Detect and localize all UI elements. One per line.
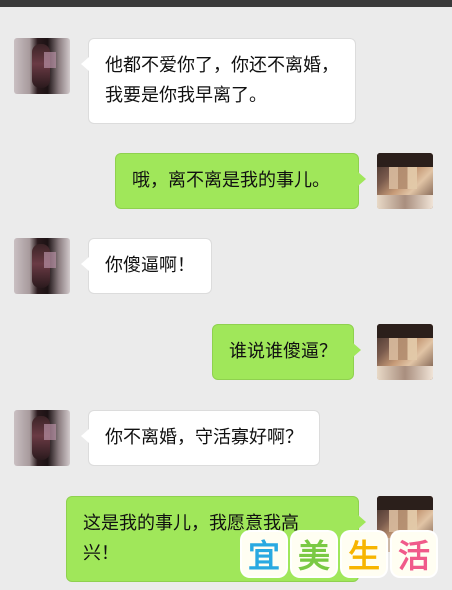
watermark-char: 生 [342, 532, 386, 576]
incoming-message-bubble[interactable]: 你傻逼啊！ [81, 238, 212, 294]
avatar-bottom [377, 195, 433, 209]
avatar-mosaic [389, 167, 417, 189]
message-text-line: 他都不爱你了，你还不离婚， [105, 55, 339, 76]
watermark-char: 宜 [242, 532, 286, 576]
watermark-char: 美 [292, 532, 336, 576]
watermark-logo: 宜 美 生 活 [242, 531, 442, 577]
avatar-bottom [377, 366, 433, 380]
contact-avatar[interactable] [14, 238, 70, 294]
incoming-message-bubble[interactable]: 他都不爱你了，你还不离婚， 我要是你我早离了。 [81, 38, 356, 124]
avatar-blur [44, 52, 56, 68]
user-avatar[interactable] [377, 324, 433, 380]
message-text-line: 你不离婚，守活寡好啊？ [105, 427, 303, 448]
message-text-line: 我要是你我早离了。 [105, 85, 267, 106]
outgoing-message-bubble[interactable]: 谁说谁傻逼？ [212, 324, 361, 380]
message-text-line: 你傻逼啊！ [105, 255, 195, 276]
avatar-hair [377, 324, 433, 338]
avatar-hair [377, 496, 433, 510]
contact-avatar[interactable] [14, 410, 70, 466]
user-avatar[interactable] [377, 153, 433, 209]
status-bar [0, 0, 452, 7]
message-text-line: 哦，离不离是我的事儿。 [132, 170, 330, 191]
message-text-line: 谁说谁傻逼？ [229, 341, 337, 362]
avatar-blur [44, 252, 56, 268]
outgoing-message-bubble[interactable]: 哦，离不离是我的事儿。 [115, 153, 366, 209]
avatar-hair [377, 153, 433, 167]
incoming-message-bubble[interactable]: 你不离婚，守活寡好啊？ [81, 410, 320, 466]
avatar-mosaic [389, 338, 417, 360]
watermark-char: 活 [392, 532, 436, 576]
contact-avatar[interactable] [14, 38, 70, 94]
avatar-blur [44, 424, 56, 440]
avatar-mosaic [389, 510, 417, 532]
